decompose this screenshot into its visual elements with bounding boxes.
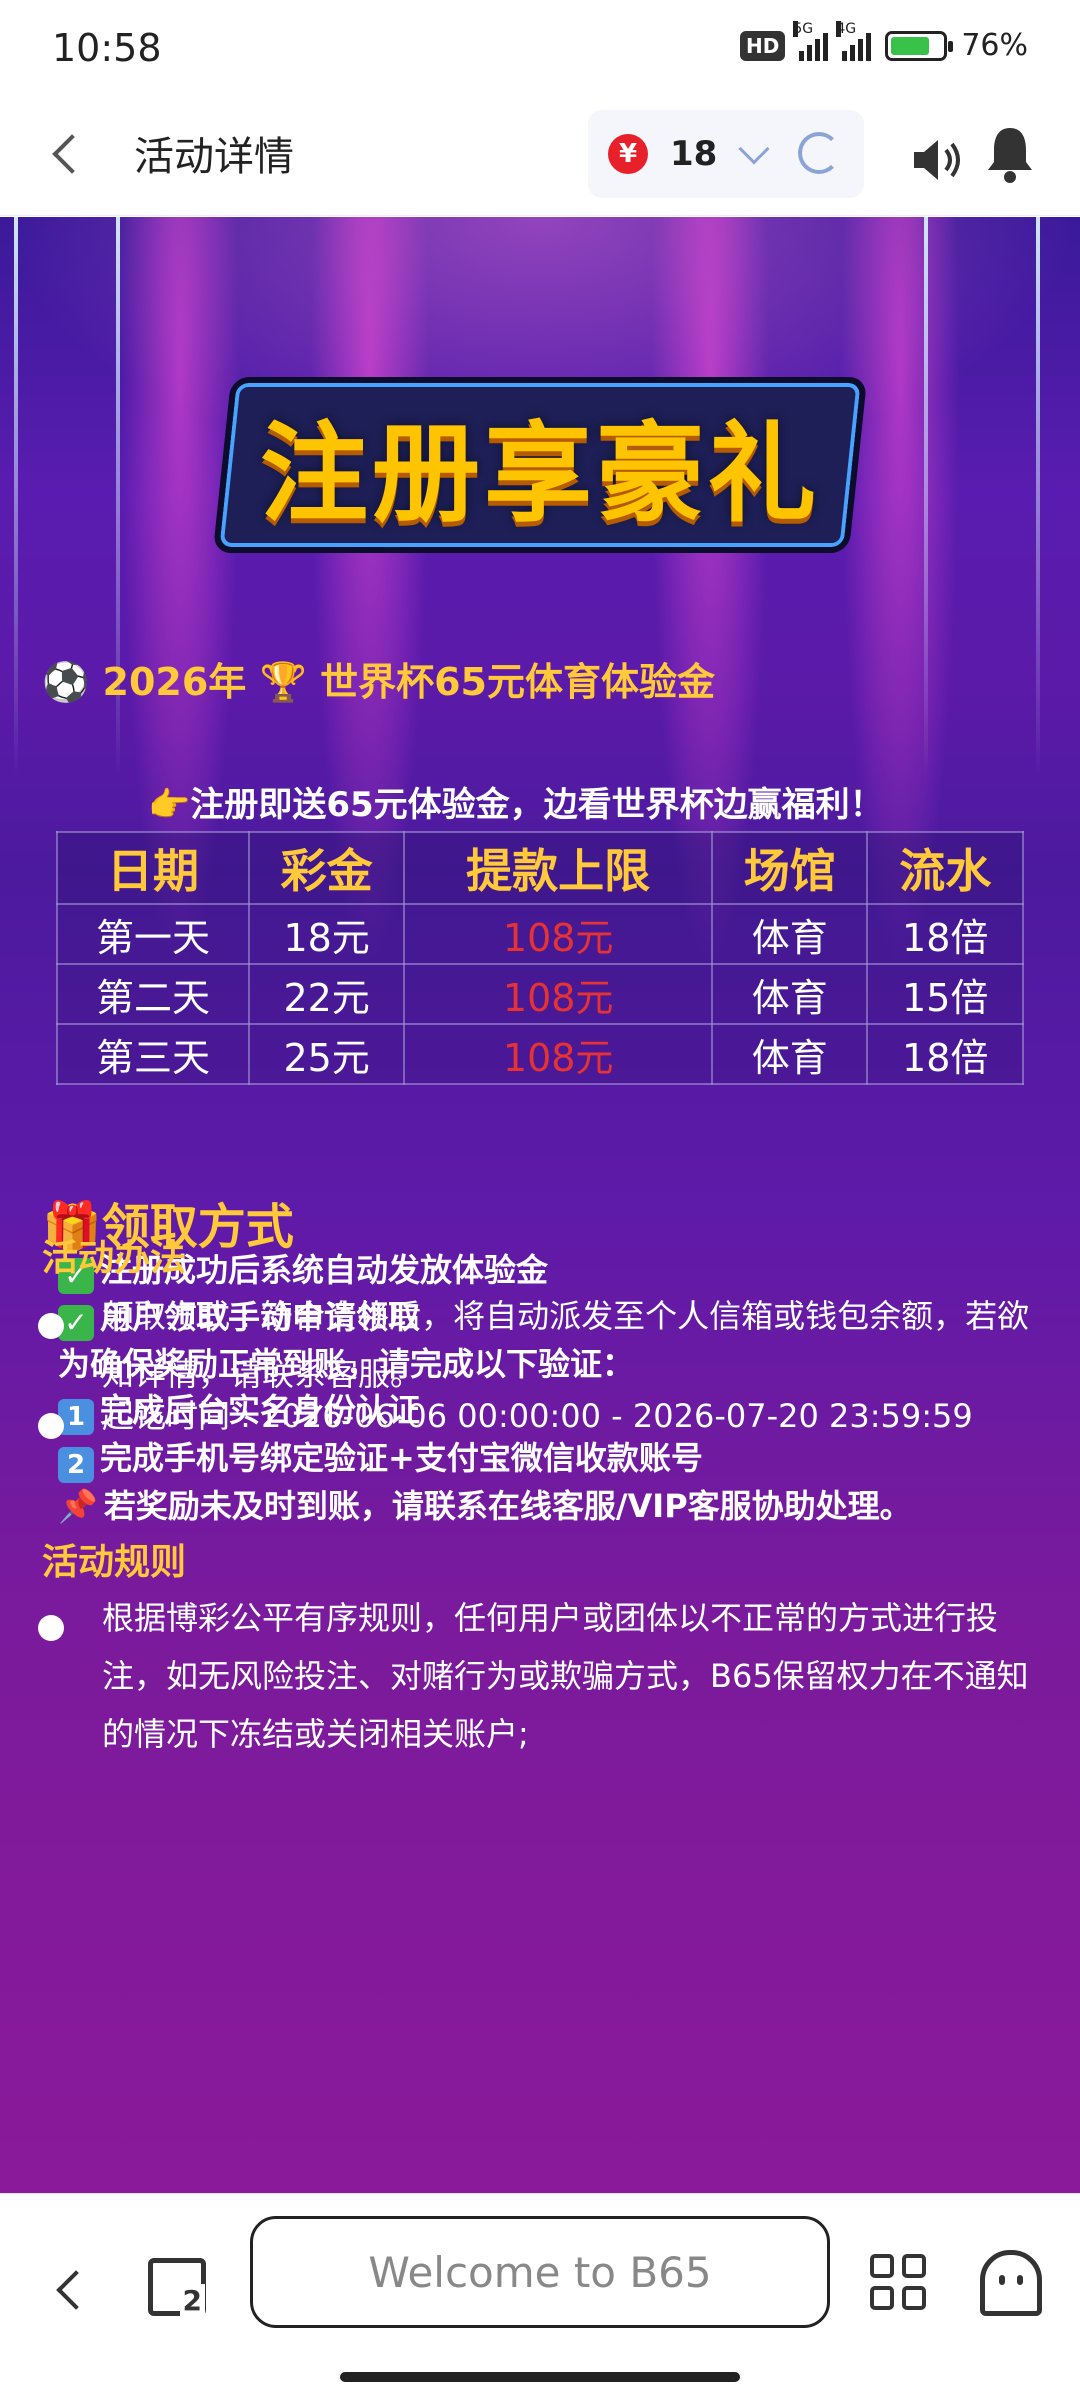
yen-icon: ¥ bbox=[608, 134, 648, 174]
back-button[interactable] bbox=[46, 130, 92, 180]
table-cell: 108元 bbox=[403, 1023, 713, 1085]
number-2-icon: 2 bbox=[58, 1447, 94, 1483]
hd-voice-icon: HD bbox=[739, 30, 786, 61]
table-cell: 第三天 bbox=[56, 1023, 250, 1085]
status-time: 10:58 bbox=[52, 26, 162, 70]
rules-title: 活动规则 bbox=[42, 1542, 187, 1583]
pushpin-icon: 📌 bbox=[58, 1487, 98, 1525]
address-bar[interactable]: Welcome to B65 bbox=[250, 2216, 830, 2328]
bullet-icon bbox=[38, 1615, 64, 1641]
table-cell: 22元 bbox=[247, 963, 406, 1025]
signal-5g-icon: 5G bbox=[793, 20, 829, 61]
tabs-button[interactable]: 2 bbox=[148, 2258, 206, 2317]
bell-icon[interactable] bbox=[984, 124, 1036, 184]
table-cell: 108元 bbox=[403, 903, 713, 965]
browser-bottom-bar: 2 Welcome to B65 bbox=[0, 2193, 1080, 2400]
method-item: 起讫时间 : 2026-06-06 00:00:00 - 2026-07-20 … bbox=[102, 1397, 973, 1435]
table-cell: 第一天 bbox=[56, 903, 250, 965]
promo-line: 👉注册即送65元体验金，边看世界杯边赢福利！ bbox=[148, 785, 884, 825]
table-cell: 15倍 bbox=[866, 963, 1024, 1025]
col-limit-header: 提款上限 bbox=[403, 831, 713, 905]
col-date-header: 日期 bbox=[56, 831, 250, 905]
claim-line: 若奖励未及时到账，请联系在线客服/VIP客服协助处理。 bbox=[103, 1487, 912, 1525]
apps-grid-icon[interactable] bbox=[870, 2254, 930, 2314]
battery-percent: 76% bbox=[961, 28, 1028, 63]
browser-back-button[interactable] bbox=[50, 2266, 90, 2310]
headline-text: 注册享豪礼 bbox=[259, 412, 820, 537]
table-cell: 体育 bbox=[710, 963, 869, 1025]
refresh-icon[interactable] bbox=[798, 132, 840, 174]
table-row: 第三天 25元 108元 体育 18倍 bbox=[56, 1023, 1024, 1085]
headline-graphic: 注册享豪礼 bbox=[212, 377, 868, 553]
method-title: 活动办法 bbox=[42, 1238, 187, 1279]
col-venue-header: 场馆 bbox=[710, 831, 869, 905]
balance-widget[interactable]: ¥ 18 bbox=[588, 110, 864, 198]
status-bar: 10:58 HD 5G 4G 76% bbox=[0, 0, 1080, 96]
table-cell: 第二天 bbox=[56, 963, 250, 1025]
balance-value: 18 bbox=[670, 134, 718, 174]
home-indicator[interactable] bbox=[340, 2372, 740, 2382]
bonus-table: 日期 彩金 提款上限 场馆 流水 第一天 18元 108元 体育 18倍 第二天… bbox=[56, 831, 1024, 1085]
chevron-down-icon[interactable] bbox=[738, 133, 770, 165]
table-cell: 108元 bbox=[403, 963, 713, 1025]
status-icons: HD 5G 4G 76% bbox=[739, 20, 1028, 63]
table-cell: 体育 bbox=[710, 903, 869, 965]
table-cell: 18倍 bbox=[866, 903, 1024, 965]
table-row: 第一天 18元 108元 体育 18倍 bbox=[56, 903, 1024, 965]
promo-subtitle: ⚽ 2026年 🏆 世界杯65元体育体验金 bbox=[42, 660, 715, 704]
incognito-ghost-icon[interactable] bbox=[980, 2250, 1042, 2316]
table-cell: 18倍 bbox=[866, 1023, 1024, 1085]
tab-count: 2 bbox=[179, 2284, 205, 2317]
signal-4g-icon: 4G bbox=[836, 20, 872, 61]
table-cell: 体育 bbox=[710, 1023, 869, 1085]
table-row: 第二天 22元 108元 体育 15倍 bbox=[56, 963, 1024, 1025]
promotion-banner: 注册享豪礼 ⚽ 2026年 🏆 世界杯65元体育体验金 👉注册即送65元体验金，… bbox=[0, 217, 1080, 2193]
table-cell: 18元 bbox=[247, 903, 406, 965]
table-header-row: 日期 彩金 提款上限 场馆 流水 bbox=[56, 831, 1024, 905]
table-cell: 25元 bbox=[247, 1023, 406, 1085]
bullet-icon bbox=[38, 1313, 64, 1339]
battery-icon bbox=[885, 30, 954, 61]
rules-item: 根据博彩公平有序规则，任何用户或团体以不正常的方式进行投注，如无风险投注、对赌行… bbox=[102, 1599, 1029, 1753]
method-item: 领取方式 : 符合资格后，将自动派发至个人信箱或钱包余额，若欲知详情，请联系客服… bbox=[102, 1297, 1030, 1393]
page-title: 活动详情 bbox=[134, 134, 294, 180]
col-turnover-header: 流水 bbox=[866, 831, 1024, 905]
app-header: 活动详情 ¥ 18 bbox=[0, 96, 1080, 216]
speaker-icon[interactable] bbox=[910, 136, 968, 184]
col-bonus-header: 彩金 bbox=[247, 831, 406, 905]
bullet-icon bbox=[38, 1413, 64, 1439]
